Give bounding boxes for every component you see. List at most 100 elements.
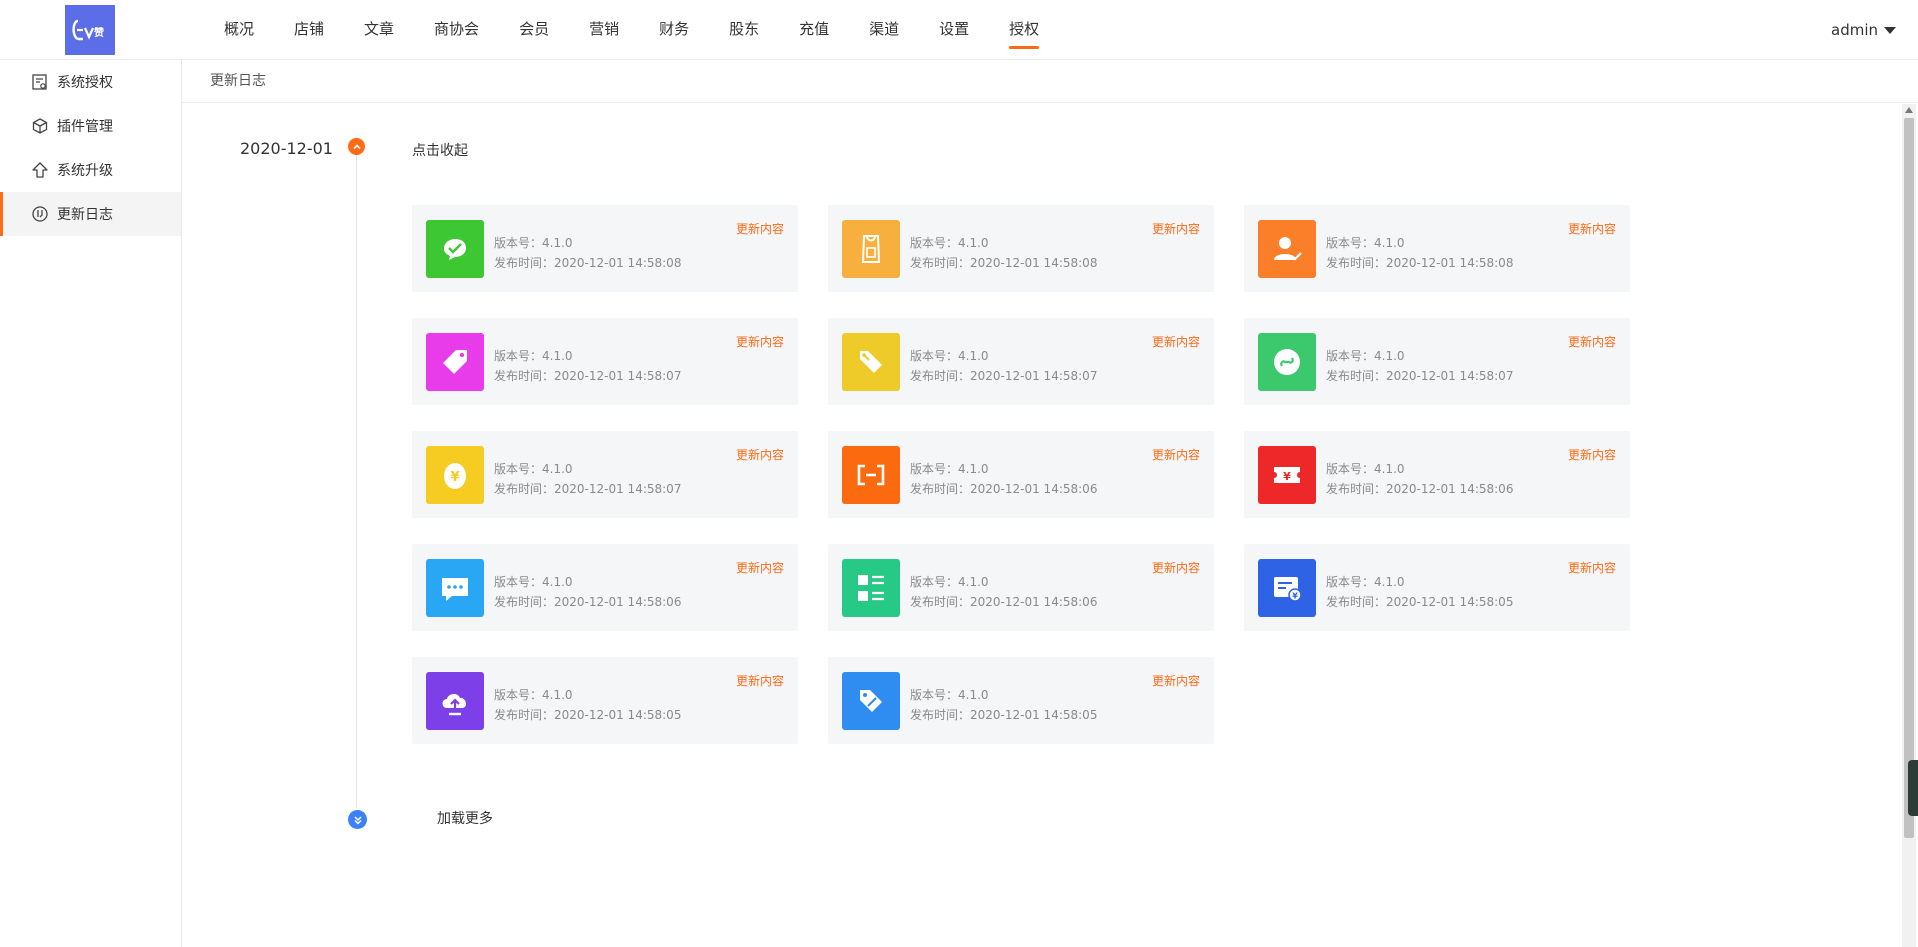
scrollbar[interactable] — [1902, 104, 1916, 947]
nav-item-6[interactable]: 财务 — [659, 0, 689, 60]
update-content-link[interactable]: 更新内容 — [736, 672, 784, 689]
sidebar-item-plugins[interactable]: 插件管理 — [0, 104, 181, 148]
plugin-icon-tile — [1258, 333, 1316, 391]
shopping-bag-icon — [861, 235, 881, 263]
svg-text:¥: ¥ — [1283, 470, 1291, 483]
main-nav: 概况 店铺 文章 商协会 会员 营销 财务 股东 充值 渠道 设置 授权 — [224, 0, 1079, 60]
discount-tag-icon — [860, 690, 882, 712]
nav-item-10[interactable]: 设置 — [939, 0, 969, 60]
plugin-release-time: 发布时间：2020-12-01 14:58:08 — [910, 256, 1098, 270]
plugin-update-card[interactable]: ¥ 版本号：4.1.0 发布时间：2020-12-01 14:58:06 更新内容 — [1244, 431, 1630, 518]
chevron-up-icon — [352, 143, 361, 149]
svg-text:¥: ¥ — [1292, 592, 1298, 601]
plugin-update-card[interactable]: 版本号：4.1.0 发布时间：2020-12-01 14:58:08 更新内容 — [828, 205, 1214, 292]
nav-item-7[interactable]: 股东 — [729, 0, 759, 60]
nav-item-5[interactable]: 营销 — [589, 0, 619, 60]
caret-down-icon — [1884, 26, 1896, 34]
plugin-update-card[interactable]: 版本号：4.1.0 发布时间：2020-12-01 14:58:07 更新内容 — [1244, 318, 1630, 405]
collapse-link[interactable]: 点击收起 — [412, 140, 468, 160]
money-egg-icon: ¥ — [444, 463, 466, 489]
plugin-icon-tile: ¥ — [1258, 446, 1316, 504]
update-content-link[interactable]: 更新内容 — [1568, 220, 1616, 237]
nav-item-3[interactable]: 商协会 — [434, 0, 479, 60]
cube-icon — [32, 118, 48, 134]
double-chevron-down-icon — [353, 815, 362, 825]
plugin-release-time: 发布时间：2020-12-01 14:58:05 — [910, 708, 1098, 722]
coupon-icon: ¥ — [1274, 467, 1300, 483]
plugin-update-card[interactable]: 版本号：4.1.0 发布时间：2020-12-01 14:58:08 更新内容 — [1244, 205, 1630, 292]
user-name: admin — [1831, 21, 1878, 39]
plugin-release-time: 发布时间：2020-12-01 14:58:06 — [910, 595, 1098, 609]
plugin-version: 版本号：4.1.0 — [910, 688, 989, 702]
plugin-release-time: 发布时间：2020-12-01 14:58:07 — [1326, 369, 1514, 383]
plugin-update-card[interactable]: 版本号：4.1.0 发布时间：2020-12-01 14:58:07 更新内容 — [828, 318, 1214, 405]
sidebar-item-label: 系统升级 — [57, 163, 113, 179]
scroll-thumb[interactable] — [1904, 118, 1914, 838]
plugin-update-card[interactable]: ¥ 版本号：4.1.0 发布时间：2020-12-01 14:58:05 更新内容 — [1244, 544, 1630, 631]
nav-item-8[interactable]: 充值 — [799, 0, 829, 60]
update-content-link[interactable]: 更新内容 — [1152, 559, 1200, 576]
update-content-link[interactable]: 更新内容 — [1152, 446, 1200, 463]
plugin-release-time: 发布时间：2020-12-01 14:58:08 — [1326, 256, 1514, 270]
nav-item-0[interactable]: 概况 — [224, 0, 254, 60]
plugin-icon-tile — [842, 333, 900, 391]
nav-item-9[interactable]: 渠道 — [869, 0, 899, 60]
nav-item-4[interactable]: 会员 — [519, 0, 549, 60]
user-menu[interactable]: admin — [1831, 0, 1896, 60]
load-more-link[interactable]: 加载更多 — [437, 808, 493, 828]
update-content-link[interactable]: 更新内容 — [1568, 559, 1616, 576]
sidebar-item-changelog[interactable]: 更新日志 — [0, 192, 181, 236]
plugin-update-card[interactable]: 版本号：4.1.0 发布时间：2020-12-01 14:58:05 更新内容 — [412, 657, 798, 744]
changelog-content: 2020-12-01 点击收起 版本号：4.1.0 发布时间：2020-12-01… — [182, 104, 1902, 947]
update-content-link[interactable]: 更新内容 — [736, 220, 784, 237]
sidebar-item-label: 系统授权 — [57, 75, 113, 91]
load-more-node-button[interactable] — [348, 810, 367, 829]
price-tags-icon — [860, 351, 882, 373]
update-content-link[interactable]: 更新内容 — [736, 333, 784, 350]
chat-bubble-icon — [442, 578, 468, 601]
nav-item-1[interactable]: 店铺 — [294, 0, 324, 60]
plugin-icon-tile — [842, 559, 900, 617]
scroll-up-icon[interactable] — [1905, 107, 1913, 113]
update-content-link[interactable]: 更新内容 — [1568, 333, 1616, 350]
plugin-update-card[interactable]: 版本号：4.1.0 发布时间：2020-12-01 14:58:06 更新内容 — [828, 431, 1214, 518]
plugin-version: 版本号：4.1.0 — [1326, 575, 1405, 589]
top-bar: 赞 概况 店铺 文章 商协会 会员 营销 财务 股东 充值 渠道 设置 授权 admin — [0, 0, 1918, 60]
side-widget-handle[interactable] — [1908, 760, 1918, 816]
plugin-icon-tile — [842, 220, 900, 278]
plugin-update-card[interactable]: ¥ 版本号：4.1.0 发布时间：2020-12-01 14:58:07 更新内容 — [412, 431, 798, 518]
plugin-version: 版本号：4.1.0 — [910, 236, 989, 250]
plugin-version: 版本号：4.1.0 — [910, 462, 989, 476]
collapse-node-button[interactable] — [348, 138, 365, 155]
update-content-link[interactable]: 更新内容 — [736, 446, 784, 463]
plugin-update-card[interactable]: 版本号：4.1.0 发布时间：2020-12-01 14:58:06 更新内容 — [412, 544, 798, 631]
sidebar-item-system-auth[interactable]: 系统授权 — [0, 60, 181, 104]
plugin-release-time: 发布时间：2020-12-01 14:58:05 — [1326, 595, 1514, 609]
plugin-version: 版本号：4.1.0 — [1326, 462, 1405, 476]
update-content-link[interactable]: 更新内容 — [1152, 220, 1200, 237]
tag-icon — [443, 350, 467, 374]
plugin-version: 版本号：4.1.0 — [494, 236, 573, 250]
plugin-update-card[interactable]: 版本号：4.1.0 发布时间：2020-12-01 14:58:08 更新内容 — [412, 205, 798, 292]
plugin-update-card[interactable]: 版本号：4.1.0 发布时间：2020-12-01 14:58:06 更新内容 — [828, 544, 1214, 631]
plugin-release-time: 发布时间：2020-12-01 14:58:06 — [1326, 482, 1514, 496]
nav-item-11[interactable]: 授权 — [1009, 0, 1040, 60]
plugin-version: 版本号：4.1.0 — [494, 575, 573, 589]
update-content-link[interactable]: 更新内容 — [1152, 333, 1200, 350]
app-logo[interactable]: 赞 — [65, 5, 115, 55]
plugin-update-card[interactable]: 版本号：4.1.0 发布时间：2020-12-01 14:58:07 更新内容 — [412, 318, 798, 405]
timeline-line — [356, 150, 357, 808]
plugin-release-time: 发布时间：2020-12-01 14:58:06 — [910, 482, 1098, 496]
plugin-icon-tile — [1258, 220, 1316, 278]
plugin-update-card[interactable]: 版本号：4.1.0 发布时间：2020-12-01 14:58:05 更新内容 — [828, 657, 1214, 744]
update-content-link[interactable]: 更新内容 — [736, 559, 784, 576]
plugin-version: 版本号：4.1.0 — [910, 575, 989, 589]
plugin-version: 版本号：4.1.0 — [494, 462, 573, 476]
update-content-link[interactable]: 更新内容 — [1152, 672, 1200, 689]
nav-item-2[interactable]: 文章 — [364, 0, 394, 60]
update-content-link[interactable]: 更新内容 — [1568, 446, 1616, 463]
sidebar-item-upgrade[interactable]: 系统升级 — [0, 148, 181, 192]
svg-text:¥: ¥ — [450, 470, 459, 485]
plugin-version: 版本号：4.1.0 — [910, 349, 989, 363]
plugin-release-time: 发布时间：2020-12-01 14:58:05 — [494, 708, 682, 722]
